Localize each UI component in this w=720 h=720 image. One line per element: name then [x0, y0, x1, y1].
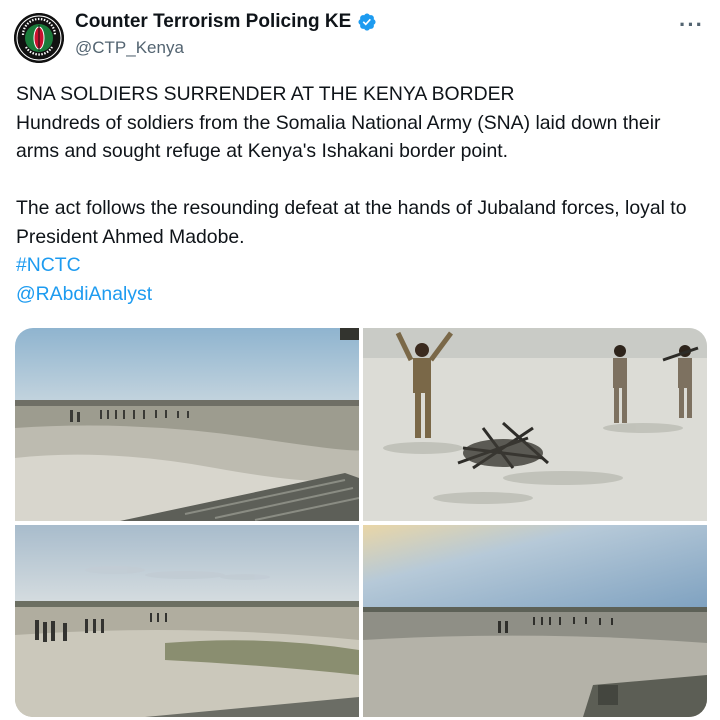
photo-4[interactable] — [363, 525, 707, 717]
tweet-headline: SNA SOLDIERS SURRENDER AT THE KENYA BORD… — [16, 83, 515, 105]
photo-2[interactable] — [363, 328, 707, 521]
verified-badge-icon[interactable] — [357, 12, 377, 32]
ctp-logo — [14, 13, 64, 63]
tweet-paragraph-2: The act follows the resounding defeat at… — [16, 197, 687, 248]
tweet-paragraph-1: Hundreds of soldiers from the Somalia Na… — [16, 111, 661, 163]
tweet-text: SNA SOLDIERS SURRENDER AT THE KENYA BORD… — [16, 80, 708, 308]
account-handle[interactable]: @CTP_Kenya — [75, 38, 184, 58]
author-name-row: Counter Terrorism Policing KE — [75, 11, 377, 33]
hashtag-link[interactable]: #NCTC — [16, 251, 708, 280]
avatar[interactable] — [14, 13, 64, 63]
display-name[interactable]: Counter Terrorism Policing KE — [75, 11, 351, 33]
mention-link[interactable]: @RAbdiAnalyst — [16, 280, 708, 309]
photo-3[interactable] — [15, 525, 359, 717]
more-horizontal-icon[interactable]: ··· — [679, 12, 704, 38]
photo-1[interactable] — [15, 328, 359, 521]
media-grid — [15, 328, 707, 717]
